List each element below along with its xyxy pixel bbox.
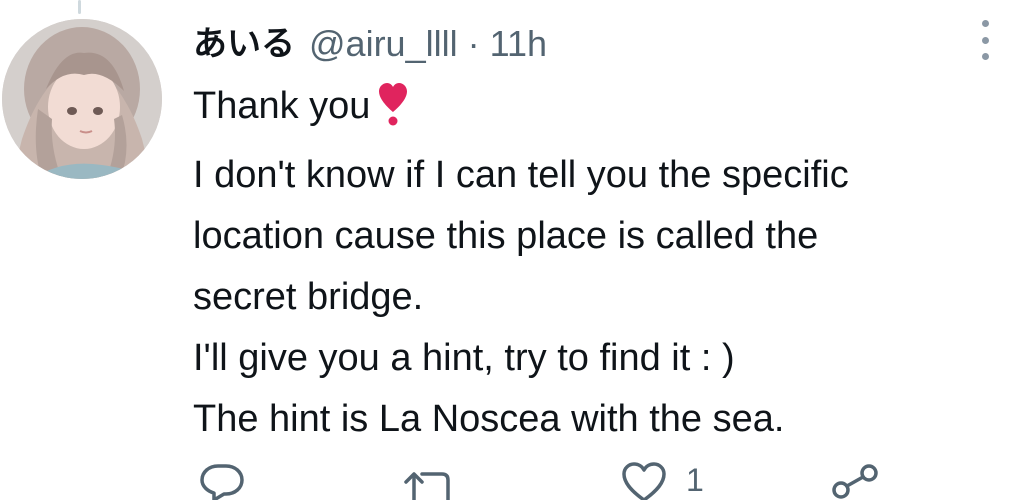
retweet-button[interactable] [402, 460, 456, 500]
retweet-icon [404, 472, 450, 500]
like-button[interactable]: 1 [620, 460, 704, 500]
tweet-line: location cause this place is called the [193, 215, 819, 257]
tweet-line: The hint is La Noscea with the sea. [193, 398, 785, 440]
heart-exclamation-icon [378, 82, 408, 145]
reply-icon [200, 464, 244, 500]
header-separator: · [467, 23, 480, 64]
display-name[interactable]: あいる [193, 16, 295, 72]
tweet-line-text: Thank you [193, 85, 371, 127]
like-icon [622, 462, 666, 500]
tweet-header: あいる @airu_llll · 11h [193, 16, 547, 72]
tweet-line: Thank you [193, 76, 1013, 145]
share-icon [832, 464, 878, 499]
thread-connector-line [78, 0, 81, 14]
avatar[interactable] [2, 19, 162, 179]
more-dot [981, 53, 989, 60]
more-dot [981, 36, 989, 44]
more-dot [981, 20, 989, 27]
avatar-image [2, 19, 162, 179]
more-options-icon[interactable] [974, 18, 996, 62]
tweet-line: I'll give you a hint, try to find it : ) [193, 337, 735, 379]
tweet-actions-bar: 1 [0, 460, 1028, 500]
user-handle[interactable]: @airu_llll [309, 16, 458, 72]
share-button[interactable] [828, 460, 882, 500]
like-count: 1 [686, 462, 704, 498]
tweet-line: secret bridge. [193, 276, 424, 318]
timestamp[interactable]: 11h [490, 16, 547, 72]
tweet-text: Thank you I don't know if I can tell you… [193, 76, 1013, 450]
tweet-line: I don't know if I can tell you the speci… [193, 154, 849, 196]
reply-button[interactable] [198, 460, 246, 500]
